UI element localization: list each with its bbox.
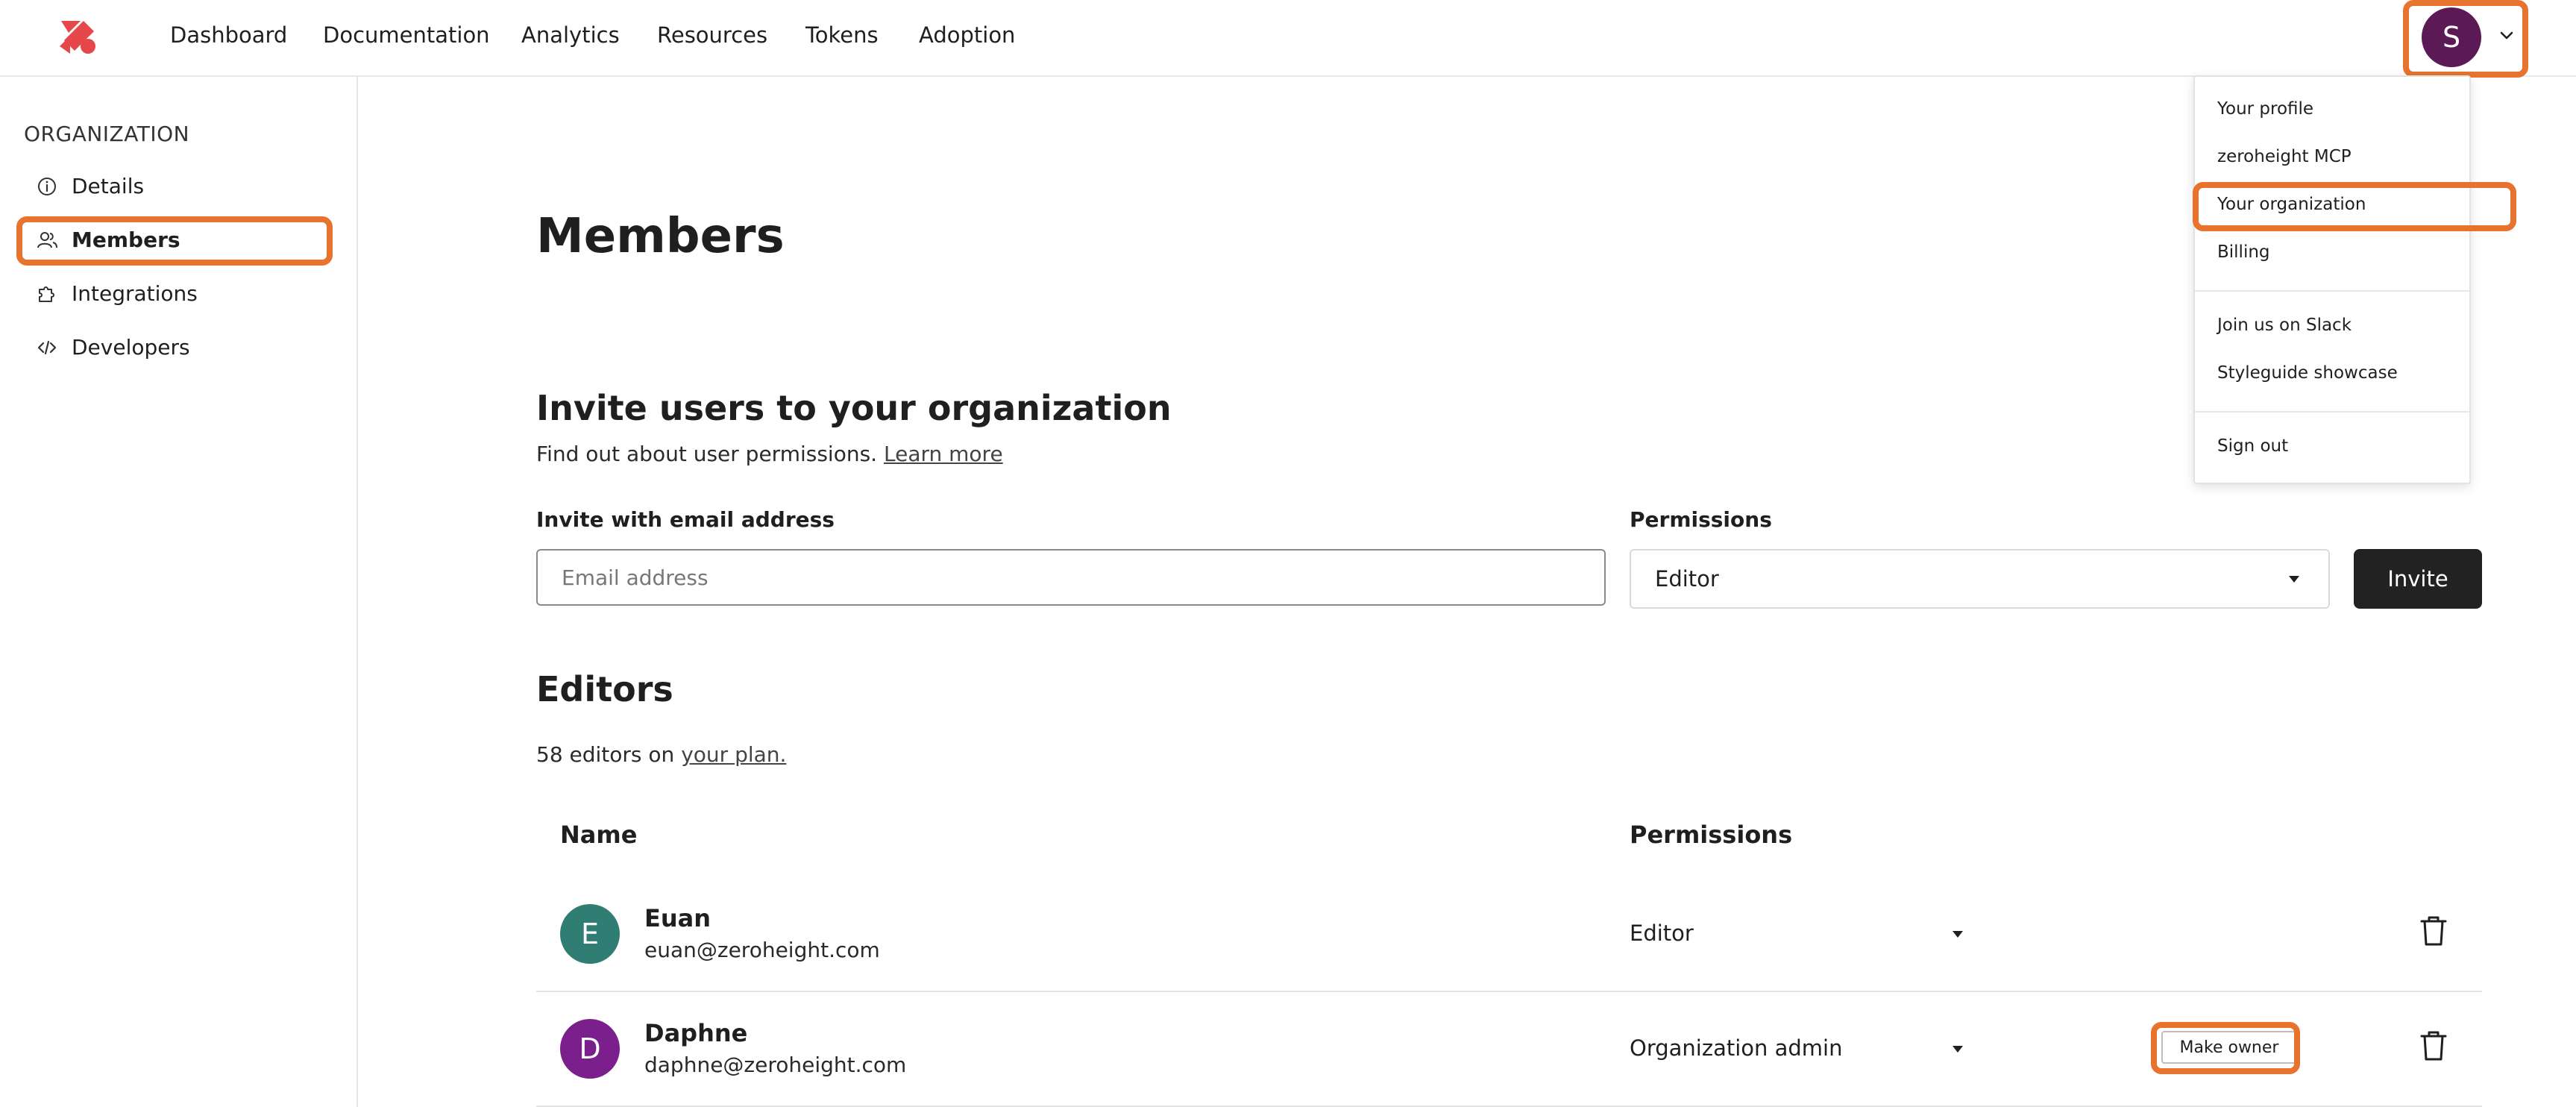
sidebar-item-label: Members [72, 228, 180, 252]
sidebar-item-integrations[interactable]: Integrations [36, 281, 198, 306]
nav-analytics[interactable]: Analytics [521, 22, 620, 48]
menu-item-zeroheight-mcp[interactable]: zeroheight MCP [2217, 147, 2352, 166]
your-plan-link[interactable]: your plan. [681, 742, 786, 767]
invite-button[interactable]: Invite [2354, 549, 2482, 609]
user-avatar[interactable]: S [2422, 7, 2481, 67]
sidebar-item-label: Integrations [72, 281, 198, 306]
column-header-name: Name [560, 821, 638, 849]
sidebar-item-label: Details [72, 174, 145, 198]
member-permission-value: Organization admin [1630, 1035, 1843, 1061]
nav-documentation[interactable]: Documentation [323, 22, 490, 48]
make-owner-button[interactable]: Make owner [2161, 1031, 2297, 1064]
permissions-select-value: Editor [1655, 566, 1719, 592]
caret-down-icon [2289, 576, 2299, 583]
member-name: Daphne [644, 1019, 748, 1047]
avatar: E [560, 904, 620, 964]
top-navigation-bar: Dashboard Documentation Analytics Resour… [0, 0, 2576, 77]
nav-dashboard[interactable]: Dashboard [170, 22, 287, 48]
chevron-down-icon[interactable] [2496, 25, 2517, 46]
member-permission-select[interactable]: Editor [1630, 921, 1694, 946]
invite-subtitle: Find out about user permissions. Learn m… [536, 442, 1003, 466]
menu-item-styleguide-showcase[interactable]: Styleguide showcase [2217, 363, 2398, 383]
avatar: D [560, 1019, 620, 1079]
info-icon [38, 177, 56, 195]
row-divider [536, 991, 2482, 992]
trash-icon[interactable] [2419, 1029, 2448, 1062]
menu-item-billing[interactable]: Billing [2217, 242, 2270, 262]
code-icon [37, 340, 57, 354]
menu-divider [2195, 290, 2469, 292]
permissions-select[interactable]: Editor [1630, 549, 2330, 609]
email-label: Invite with email address [536, 507, 835, 532]
sidebar-heading: ORGANIZATION [24, 122, 190, 146]
permissions-label: Permissions [1630, 507, 1772, 532]
member-name: Euan [644, 904, 711, 932]
sidebar-item-details[interactable]: Details [36, 174, 144, 198]
editors-heading: Editors [536, 669, 673, 709]
caret-down-icon[interactable] [1953, 1046, 1963, 1053]
trash-icon[interactable] [2419, 915, 2448, 947]
sidebar-item-developers[interactable]: Developers [36, 335, 190, 360]
page-title: Members [536, 209, 785, 264]
member-permission-value: Editor [1630, 921, 1694, 946]
email-input[interactable] [536, 549, 1606, 606]
column-header-permissions: Permissions [1630, 821, 1793, 849]
editors-count-text: 58 editors on [536, 742, 675, 767]
users-icon [37, 231, 57, 248]
sidebar-item-members[interactable]: Members [36, 228, 180, 252]
puzzle-icon [39, 286, 54, 302]
zeroheight-logo-icon[interactable] [58, 18, 98, 55]
nav-resources[interactable]: Resources [657, 22, 767, 48]
nav-tokens[interactable]: Tokens [805, 22, 879, 48]
sidebar-item-label: Developers [72, 335, 190, 360]
menu-divider [2195, 411, 2469, 413]
member-permission-select[interactable]: Organization admin [1630, 1035, 1842, 1061]
member-email: daphne@zeroheight.com [644, 1053, 907, 1077]
caret-down-icon[interactable] [1953, 931, 1963, 938]
nav-adoption[interactable]: Adoption [919, 22, 1015, 48]
learn-more-link[interactable]: Learn more [884, 442, 1003, 466]
menu-item-sign-out[interactable]: Sign out [2217, 436, 2288, 456]
invite-subtitle-text: Find out about user permissions. [536, 442, 878, 466]
menu-item-your-profile[interactable]: Your profile [2217, 99, 2313, 119]
menu-item-your-organization[interactable]: Your organization [2217, 195, 2366, 214]
editors-count: 58 editors on your plan. [536, 742, 786, 767]
account-dropdown-menu: Your profile zeroheight MCP Your organiz… [2193, 75, 2471, 484]
menu-item-join-slack[interactable]: Join us on Slack [2217, 316, 2352, 335]
member-email: euan@zeroheight.com [644, 938, 880, 962]
organization-sidebar: ORGANIZATION Details Members Integration… [0, 77, 358, 1107]
invite-heading: Invite users to your organization [536, 388, 1172, 428]
